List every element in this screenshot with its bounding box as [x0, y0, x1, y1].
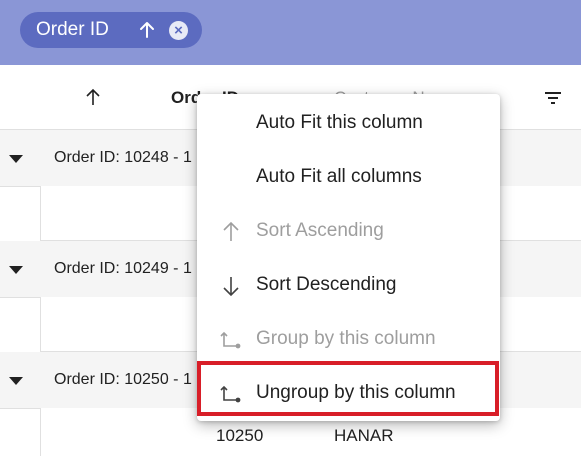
group-drop-area: Order ID × — [0, 0, 581, 65]
menu-item-sort-ascending[interactable]: Sort Ascending — [197, 204, 500, 258]
group-chip-label: Order ID — [36, 19, 109, 40]
menu-item-label: Auto Fit this column — [256, 112, 423, 133]
group-caption-text: Order ID: 10250 - 1 — [54, 371, 192, 388]
collapse-caret-icon[interactable] — [9, 377, 23, 385]
group-chip-order-id[interactable]: Order ID × — [20, 12, 202, 48]
collapse-caret-icon[interactable] — [9, 155, 23, 163]
menu-item-sort-descending[interactable]: Sort Descending — [197, 258, 500, 312]
group-caption-text: Order ID: 10249 - 1 — [54, 260, 192, 277]
close-circle-icon[interactable]: × — [169, 21, 188, 40]
cell-order-id[interactable]: 10250 — [216, 426, 263, 446]
highlight-box — [197, 361, 499, 416]
arrow-up-icon[interactable] — [138, 21, 156, 39]
filter-icon[interactable] — [544, 91, 562, 105]
group-caption-text: Order ID: 10248 - 1 — [54, 149, 192, 166]
arrow-up-icon[interactable] — [84, 87, 102, 107]
menu-item-label: Sort Ascending — [256, 220, 384, 241]
collapse-caret-icon[interactable] — [9, 266, 23, 274]
menu-item-label: Sort Descending — [256, 274, 397, 295]
menu-item-label: Auto Fit all columns — [256, 166, 422, 187]
menu-item-label: Group by this column — [256, 328, 436, 349]
arrow-up-icon — [223, 221, 239, 241]
menu-item-group-by-column[interactable]: Group by this column — [197, 312, 500, 366]
cell-customer-name[interactable]: HANAR — [334, 426, 394, 446]
menu-item-autofit-column[interactable]: Auto Fit this column — [197, 96, 500, 150]
menu-item-autofit-all[interactable]: Auto Fit all columns — [197, 150, 500, 204]
arrow-down-icon — [223, 277, 239, 297]
group-icon — [220, 331, 241, 349]
